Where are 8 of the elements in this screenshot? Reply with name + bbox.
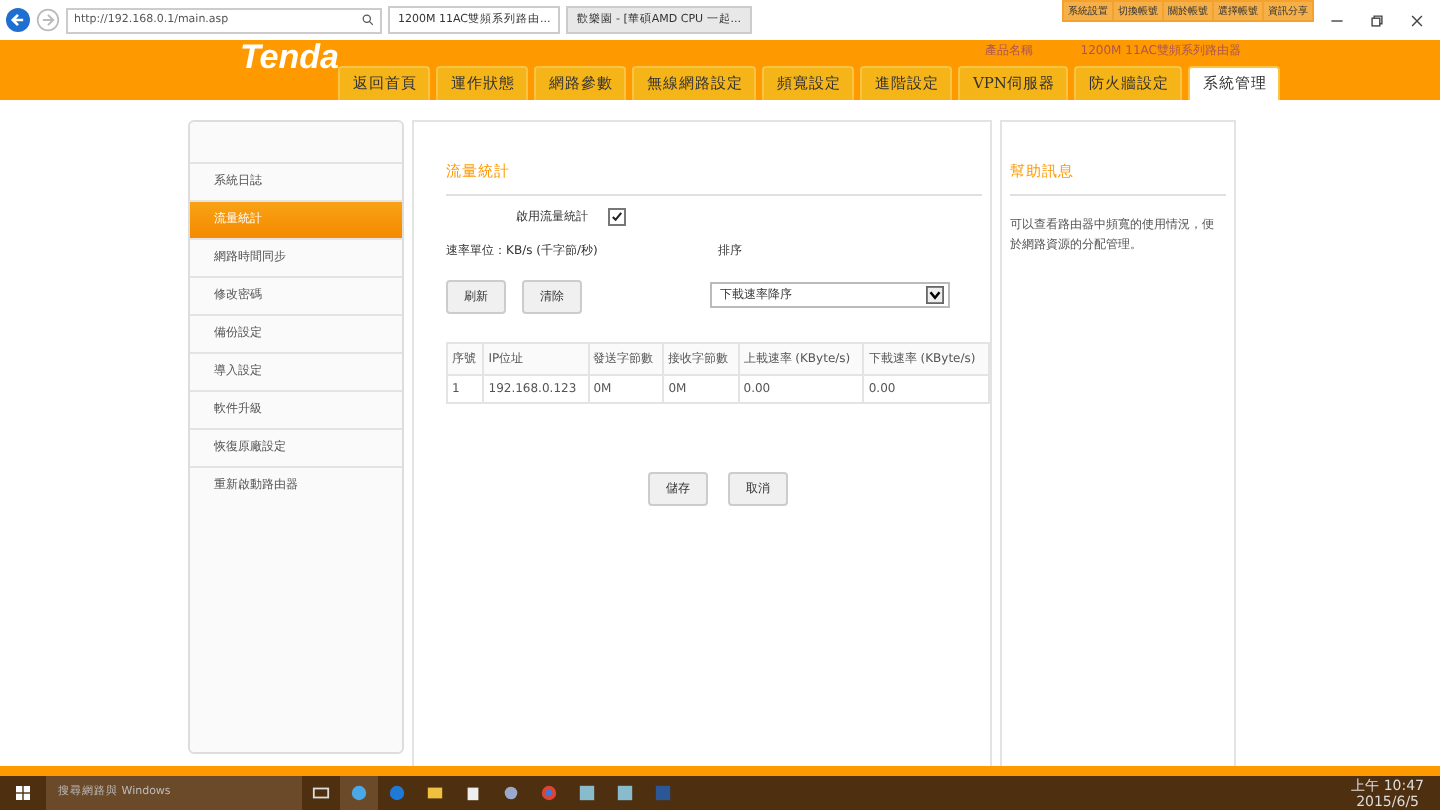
dropdown-arrow-icon[interactable] <box>926 286 945 304</box>
logo: Tenda <box>240 40 339 76</box>
enable-checkbox[interactable] <box>608 208 627 226</box>
close-icon[interactable] <box>1410 13 1424 27</box>
restore-icon[interactable] <box>1370 13 1384 27</box>
search-icon <box>362 14 374 26</box>
start-icon[interactable] <box>16 786 30 800</box>
back-icon[interactable] <box>6 8 30 32</box>
